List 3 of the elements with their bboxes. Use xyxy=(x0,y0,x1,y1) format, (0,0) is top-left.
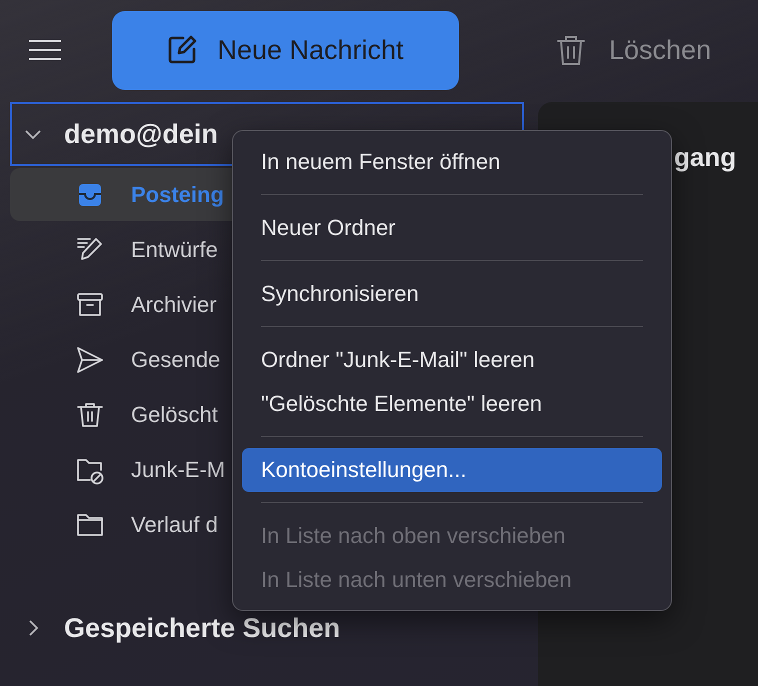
account-name: demo@dein xyxy=(64,118,218,150)
account-name: Gespeicherte Suchen xyxy=(64,612,340,644)
pane-title: gang xyxy=(674,142,736,172)
